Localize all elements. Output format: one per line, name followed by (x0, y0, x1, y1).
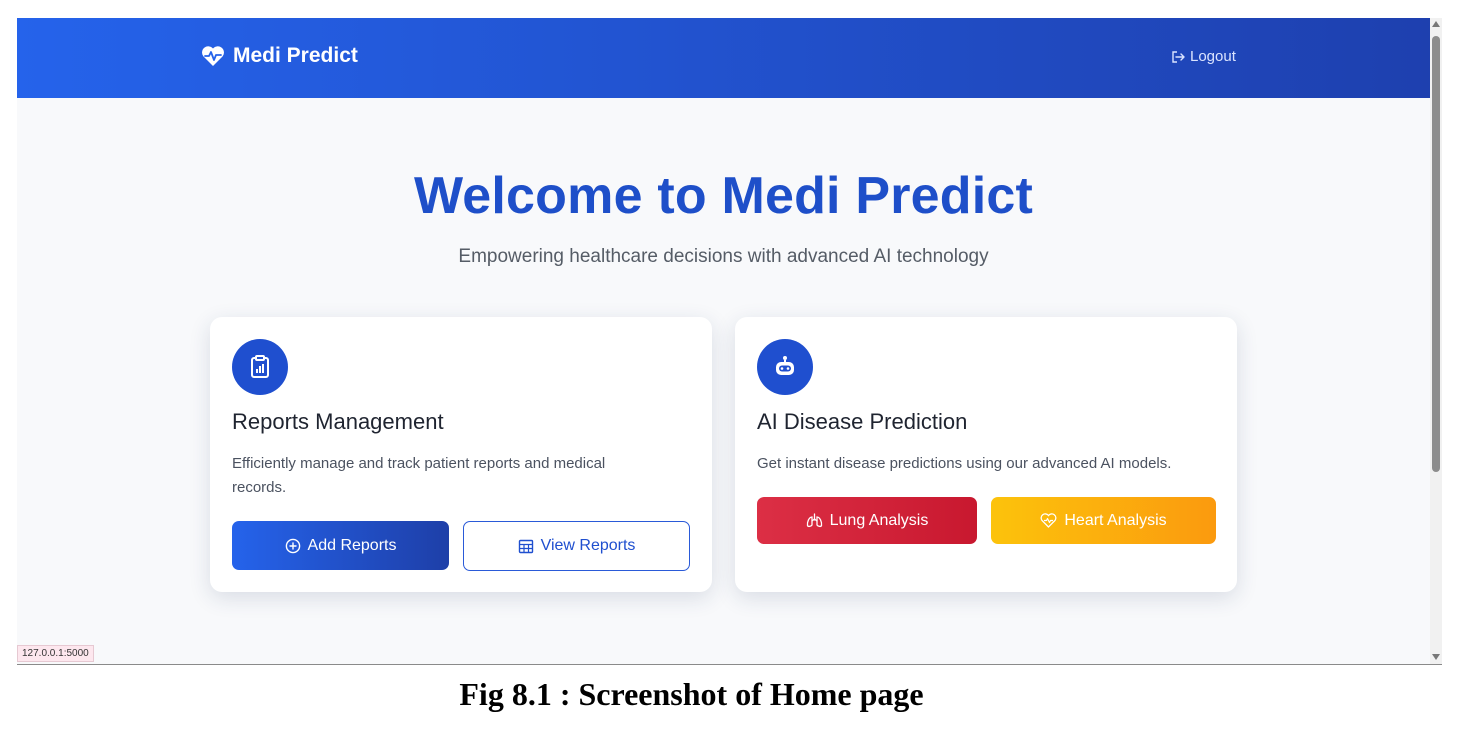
browser-viewport: Medi Predict Logout Welcome to Medi Pred… (17, 18, 1442, 665)
lung-analysis-button[interactable]: Lung Analysis (757, 497, 977, 544)
add-reports-label: Add Reports (307, 536, 397, 554)
heart-pulse-icon (1040, 513, 1057, 528)
logout-label: Logout (1190, 48, 1236, 65)
vertical-scrollbar[interactable] (1430, 18, 1442, 664)
figure-caption: Fig 8.1 : Screenshot of Home page (459, 676, 924, 712)
card-title: Reports Management (232, 409, 444, 434)
navbar: Medi Predict Logout (17, 18, 1430, 98)
logout-link[interactable]: Logout (1171, 48, 1236, 65)
card-description: Efficiently manage and track patient rep… (232, 455, 606, 496)
add-reports-button[interactable]: Add Reports (232, 521, 449, 570)
reports-management-card: Reports Management Efficiently manage an… (210, 317, 712, 592)
view-reports-label: View Reports (540, 537, 636, 554)
scrollbar-thumb[interactable] (1432, 36, 1440, 472)
hero-title: Welcome to Medi Predict (413, 167, 1034, 225)
scroll-up-arrow-icon[interactable] (1432, 21, 1440, 27)
view-reports-button[interactable]: View Reports (463, 521, 690, 571)
brand-name: Medi Predict (233, 44, 358, 67)
clipboard-chart-icon (232, 339, 288, 395)
brand[interactable]: Medi Predict (201, 44, 358, 68)
status-bar-url: 127.0.0.1:5000 (17, 645, 94, 662)
robot-icon (757, 339, 813, 395)
logout-icon (1172, 50, 1185, 63)
card-title: AI Disease Prediction (757, 409, 968, 434)
scroll-down-arrow-icon[interactable] (1432, 654, 1440, 660)
heart-pulse-icon (202, 46, 224, 66)
lung-analysis-label: Lung Analysis (829, 511, 929, 529)
heart-analysis-label: Heart Analysis (1064, 511, 1167, 529)
plus-circle-icon (285, 538, 300, 553)
card-description: Get instant disease predictions using ou… (757, 455, 1172, 472)
ai-disease-prediction-card: AI Disease Prediction Get instant diseas… (735, 317, 1237, 592)
table-icon (518, 539, 533, 553)
heart-analysis-button[interactable]: Heart Analysis (991, 497, 1216, 544)
lungs-icon (806, 513, 822, 528)
hero-subtitle: Empowering healthcare decisions with adv… (458, 246, 989, 267)
